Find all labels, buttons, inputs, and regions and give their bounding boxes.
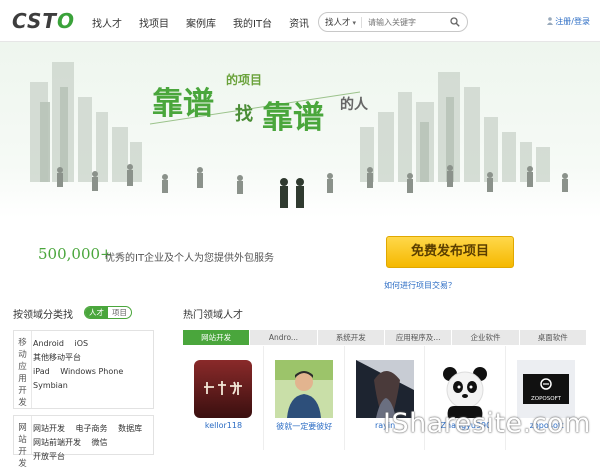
hero-banner[interactable]: 靠谱 的项目 找 靠谱 的人 [0, 42, 600, 218]
category-ecommerce[interactable]: 电子商务 [76, 424, 108, 433]
nav-find-talent[interactable]: 找人才 [92, 15, 122, 30]
top-header: CSTO 找人才 找项目 案例库 我的IT台 资讯 找人才 注册/登录 [0, 0, 600, 42]
tab-website-dev[interactable]: 网站开发 [183, 330, 251, 345]
category-group-name: 网站开发 [18, 423, 27, 469]
category-ipad[interactable]: iPad [33, 367, 50, 376]
user-links: 注册/登录 [547, 16, 590, 27]
calligraphy-avatar-icon [194, 360, 252, 418]
hot-talent-title: 热门领域人才 [183, 310, 243, 321]
talent-card[interactable]: kellor118 [183, 346, 264, 450]
category-other-mobile[interactable]: 其他移动平台 [33, 353, 81, 362]
main-nav: 找人才 找项目 案例库 我的IT台 资讯 [92, 15, 326, 30]
tab-desktop-software[interactable]: 桌面软件 [520, 330, 587, 345]
talent-tabs: 网站开发 Andro... 系统开发 应用程序及... 企业软件 桌面软件 [183, 330, 587, 345]
nav-find-project[interactable]: 找项目 [139, 15, 169, 30]
category-label-web: 网站开发 [14, 416, 32, 469]
category-open-platform[interactable]: 开放平台 [33, 452, 65, 461]
category-android[interactable]: Android [33, 339, 64, 348]
search-divider [361, 17, 362, 28]
category-database[interactable]: 数据库 [118, 424, 142, 433]
person-avatar-icon [274, 360, 333, 418]
avatar[interactable] [274, 360, 333, 418]
category-symbian[interactable]: Symbian [33, 381, 68, 390]
logo-text: CST [12, 9, 58, 33]
tab-system-dev[interactable]: 系统开发 [318, 330, 385, 345]
tab-android[interactable]: Andro... [250, 330, 318, 345]
toggle-project[interactable]: 项目 [108, 307, 131, 318]
how-to-trade-link[interactable]: 如何进行项目交易？ [384, 280, 456, 291]
category-group-mobile: 移动应用开发 Android iOS 其他移动平台 iPad Windows P… [13, 330, 154, 409]
slogan-find: 找 [235, 104, 253, 125]
category-label-mobile: 移动应用开发 [14, 331, 32, 408]
slogan-reliable-2: 靠谱 [262, 100, 324, 136]
search-icon[interactable] [450, 17, 460, 27]
zoposoft-logo-text: ZOPOSOFT [531, 396, 562, 402]
category-items: 网站开发 电子商务 数据库 网站前端开发 微信 开放平台 [33, 422, 153, 464]
tab-enterprise-software[interactable]: 企业软件 [452, 330, 520, 345]
provider-count: 500,000+ [38, 245, 113, 263]
category-website[interactable]: 网站开发 [33, 424, 65, 433]
talent-card[interactable]: 彼就一定要彼好 [264, 346, 345, 450]
talent-name[interactable]: 彼就一定要彼好 [264, 421, 345, 432]
watermark-text: ISharesite.com [383, 408, 591, 439]
slogan-project: 的项目 [226, 73, 263, 87]
nav-news[interactable]: 资讯 [289, 15, 309, 30]
talent-name[interactable]: kellor118 [183, 421, 264, 430]
talent-project-toggle: 人才 项目 [84, 306, 132, 319]
nav-case-library[interactable]: 案例库 [186, 15, 216, 30]
search-scope-select[interactable]: 找人才 [325, 16, 356, 28]
user-icon [547, 17, 554, 25]
stats-strip: 500,000+ 优秀的IT企业及个人为您提供外包服务 免费发布项目 如何进行项… [0, 218, 600, 294]
category-group-name: 移动应用开发 [18, 338, 27, 408]
tab-applications[interactable]: 应用程序及... [385, 330, 453, 345]
register-link[interactable]: 注册 [555, 17, 571, 26]
csto-logo[interactable]: CSTO [12, 9, 75, 33]
logo-accent: O [57, 9, 76, 33]
category-section-title: 按领域分类找 [13, 310, 73, 321]
category-items: Android iOS 其他移动平台 iPad Windows Phone Sy… [33, 337, 153, 393]
category-ios[interactable]: iOS [74, 339, 88, 348]
category-frontend[interactable]: 网站前端开发 [33, 438, 81, 447]
category-windows-phone[interactable]: Windows Phone [60, 367, 123, 376]
login-link[interactable]: 登录 [574, 17, 590, 26]
search-input[interactable] [368, 15, 446, 29]
publish-project-button[interactable]: 免费发布项目 [386, 236, 514, 268]
nav-my-it[interactable]: 我的IT台 [233, 15, 272, 30]
category-wechat[interactable]: 微信 [92, 438, 108, 447]
provider-description: 优秀的IT企业及个人为您提供外包服务 [105, 253, 275, 264]
search-box: 找人才 [318, 12, 468, 32]
slogan-people: 的人 [340, 97, 368, 113]
avatar[interactable] [194, 360, 252, 418]
toggle-talent[interactable]: 人才 [85, 307, 108, 318]
slogan-reliable-1: 靠谱 [152, 86, 214, 122]
category-group-web: 网站开发 网站开发 电子商务 数据库 网站前端开发 微信 开放平台 [13, 415, 154, 469]
